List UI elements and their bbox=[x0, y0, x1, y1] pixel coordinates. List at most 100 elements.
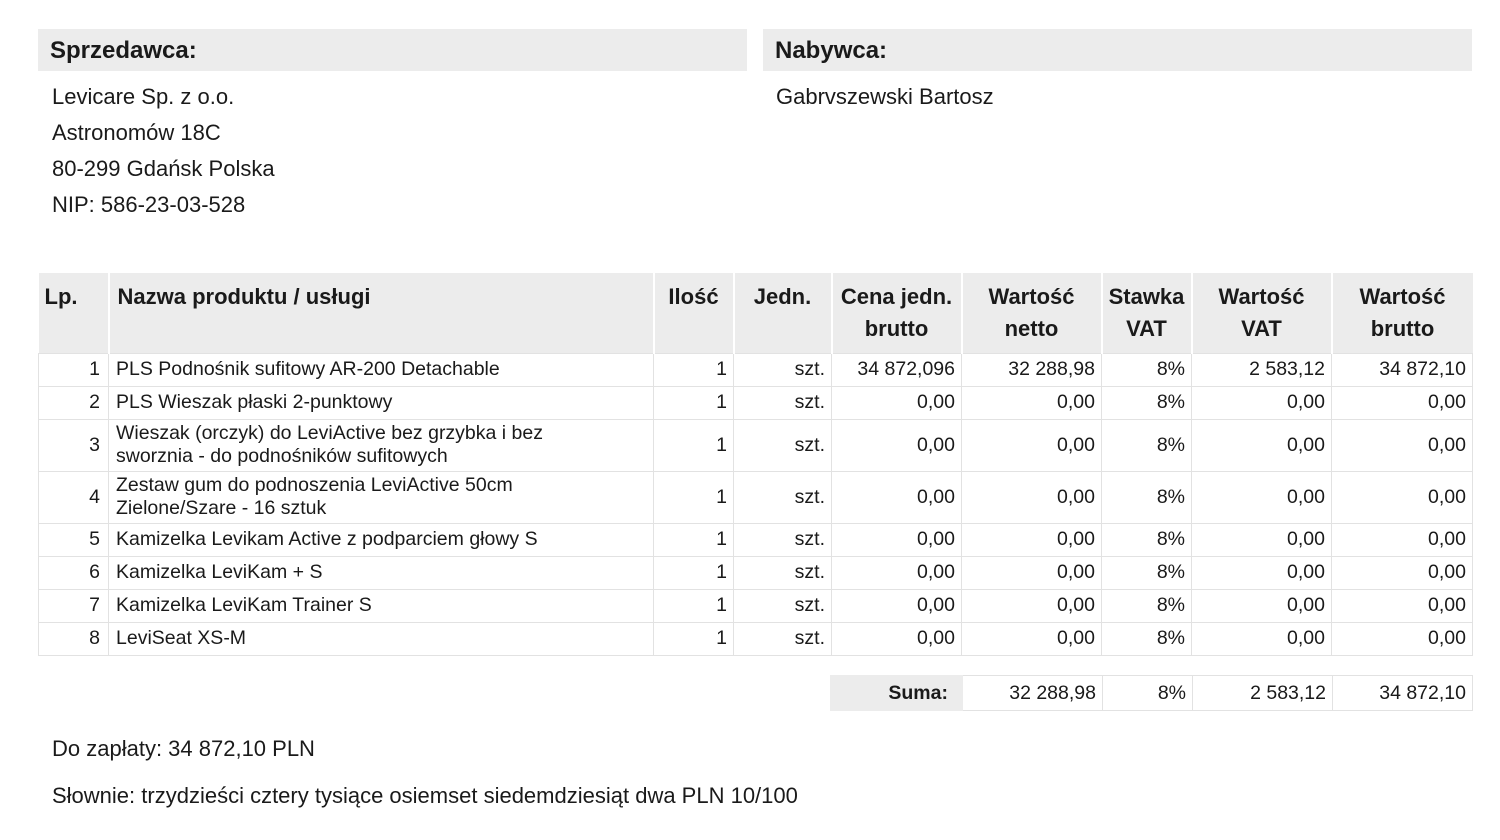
row-product-name: LeviSeat XS-M bbox=[108, 621, 654, 656]
product-name-line: Zielone/Szare - 16 sztuk bbox=[116, 497, 327, 519]
row-product-name: Wieszak (orczyk) do LeviActive bez grzyb… bbox=[108, 418, 654, 472]
row-gross-value: 0,00 bbox=[1331, 522, 1473, 557]
seller-details: Levicare Sp. z o.o. Astronomów 18C 80-29… bbox=[52, 79, 275, 223]
row-vat-value: 0,00 bbox=[1191, 588, 1332, 623]
row-qty: 1 bbox=[653, 621, 734, 656]
row-unit: szt. bbox=[733, 470, 832, 524]
row-gross-value: 34 872,10 bbox=[1331, 352, 1473, 387]
table-header-row: Lp. Nazwa produktu / usługi Ilość Jedn. … bbox=[38, 273, 1473, 353]
header-lp: Lp. bbox=[38, 273, 109, 353]
table-row: 8 LeviSeat XS-M 1 szt. 0,00 0,00 8% 0,00 0,00 bbox=[38, 621, 1473, 656]
row-lp: 2 bbox=[38, 385, 109, 420]
row-gross-value: 0,00 bbox=[1331, 418, 1473, 472]
totals-vat-rate: 8% bbox=[1102, 675, 1193, 711]
row-unit: szt. bbox=[733, 588, 832, 623]
row-lp: 7 bbox=[38, 588, 109, 623]
row-product-name: Kamizelka Levikam Active z podparciem gł… bbox=[108, 522, 654, 557]
row-vat-rate: 8% bbox=[1101, 588, 1192, 623]
row-vat-value: 2 583,12 bbox=[1191, 352, 1332, 387]
row-gross-value: 0,00 bbox=[1331, 385, 1473, 420]
totals-gross: 34 872,10 bbox=[1332, 675, 1473, 711]
row-unit-price: 0,00 bbox=[831, 418, 962, 472]
row-gross-value: 0,00 bbox=[1331, 470, 1473, 524]
row-unit: szt. bbox=[733, 522, 832, 557]
row-unit-price: 0,00 bbox=[831, 621, 962, 656]
row-unit: szt. bbox=[733, 555, 832, 590]
seller-nip: NIP: 586-23-03-528 bbox=[52, 192, 246, 217]
table-row: 3 Wieszak (orczyk) do LeviActive bez grzy… bbox=[38, 418, 1473, 472]
table-row: 5 Kamizelka Levikam Active z podparciem g… bbox=[38, 522, 1473, 557]
table-body: 1 PLS Podnośnik sufitowy AR-200 Detachabl… bbox=[38, 352, 1473, 656]
row-qty: 1 bbox=[653, 352, 734, 387]
row-gross-value: 0,00 bbox=[1331, 588, 1473, 623]
row-lp: 8 bbox=[38, 621, 109, 656]
header-unit: Jedn. bbox=[732, 273, 832, 353]
amount-in-words: Słownie: trzydzieści cztery tysiące osie… bbox=[52, 783, 798, 808]
row-vat-rate: 8% bbox=[1101, 555, 1192, 590]
row-qty: 1 bbox=[653, 385, 734, 420]
row-lp: 4 bbox=[38, 470, 109, 524]
row-lp: 5 bbox=[38, 522, 109, 557]
row-vat-rate: 8% bbox=[1101, 352, 1192, 387]
totals-label: Suma: bbox=[830, 675, 963, 711]
header-vat-value: Wartość VAT bbox=[1190, 273, 1332, 353]
table-row: 4 Zestaw gum do podnoszenia LeviActive 50… bbox=[38, 470, 1473, 524]
row-product-name: PLS Wieszak płaski 2-punktowy bbox=[108, 385, 654, 420]
row-vat-value: 0,00 bbox=[1191, 555, 1332, 590]
totals-table: Suma: 32 288,98 8% 2 583,12 34 872,10 bbox=[830, 675, 1473, 711]
row-net-value: 0,00 bbox=[961, 588, 1102, 623]
product-name-line: Kamizelka Levikam Active z podparciem gł… bbox=[116, 528, 538, 550]
row-unit: szt. bbox=[733, 352, 832, 387]
seller-city: 80-299 Gdańsk Polska bbox=[52, 156, 275, 181]
product-name-line: PLS Podnośnik sufitowy AR-200 Detachable bbox=[116, 358, 500, 380]
row-qty: 1 bbox=[653, 470, 734, 524]
row-net-value: 32 288,98 bbox=[961, 352, 1102, 387]
seller-street: Astronomów 18C bbox=[52, 120, 221, 145]
row-net-value: 0,00 bbox=[961, 555, 1102, 590]
row-lp: 1 bbox=[38, 352, 109, 387]
row-vat-value: 0,00 bbox=[1191, 385, 1332, 420]
row-gross-value: 0,00 bbox=[1331, 555, 1473, 590]
row-net-value: 0,00 bbox=[961, 470, 1102, 524]
totals-row: Suma: 32 288,98 8% 2 583,12 34 872,10 bbox=[830, 675, 1473, 711]
row-product-name: Zestaw gum do podnoszenia LeviActive 50c… bbox=[108, 470, 654, 524]
totals-vat: 2 583,12 bbox=[1192, 675, 1333, 711]
row-vat-rate: 8% bbox=[1101, 621, 1192, 656]
row-unit-price: 0,00 bbox=[831, 385, 962, 420]
row-qty: 1 bbox=[653, 418, 734, 472]
row-qty: 1 bbox=[653, 522, 734, 557]
buyer-name: Gabrvszewski Bartosz bbox=[776, 84, 994, 109]
amount-due: Do zapłaty: 34 872,10 PLN bbox=[52, 736, 315, 761]
product-name-line: sworznia - do podnośników sufitowych bbox=[116, 445, 448, 467]
row-net-value: 0,00 bbox=[961, 621, 1102, 656]
row-net-value: 0,00 bbox=[961, 385, 1102, 420]
seller-name: Levicare Sp. z o.o. bbox=[52, 84, 235, 109]
totals-net: 32 288,98 bbox=[962, 675, 1103, 711]
table-row: 1 PLS Podnośnik sufitowy AR-200 Detachabl… bbox=[38, 352, 1473, 387]
row-net-value: 0,00 bbox=[961, 522, 1102, 557]
row-qty: 1 bbox=[653, 588, 734, 623]
row-lp: 3 bbox=[38, 418, 109, 472]
row-vat-value: 0,00 bbox=[1191, 522, 1332, 557]
row-lp: 6 bbox=[38, 555, 109, 590]
header-vat-rate: Stawka VAT bbox=[1100, 273, 1192, 353]
product-name-line: Kamizelka LeviKam + S bbox=[116, 561, 323, 583]
row-qty: 1 bbox=[653, 555, 734, 590]
seller-heading: Sprzedawca: bbox=[38, 29, 747, 71]
row-unit: szt. bbox=[733, 385, 832, 420]
product-name-line: Wieszak (orczyk) do LeviActive bez grzyb… bbox=[116, 422, 543, 444]
product-name-line: Zestaw gum do podnoszenia LeviActive 50c… bbox=[116, 474, 513, 496]
buyer-details: Gabrvszewski Bartosz bbox=[776, 79, 994, 115]
table-row: 2 PLS Wieszak płaski 2-punktowy 1 szt. 0,00 0… bbox=[38, 385, 1473, 420]
row-gross-value: 0,00 bbox=[1331, 621, 1473, 656]
product-name-line: Kamizelka LeviKam Trainer S bbox=[116, 594, 372, 616]
header-gross-value: Wartość brutto bbox=[1330, 273, 1473, 353]
row-vat-rate: 8% bbox=[1101, 418, 1192, 472]
row-unit-price: 0,00 bbox=[831, 470, 962, 524]
header-net-value: Wartość netto bbox=[960, 273, 1102, 353]
product-name-line: PLS Wieszak płaski 2-punktowy bbox=[116, 391, 393, 413]
row-vat-value: 0,00 bbox=[1191, 470, 1332, 524]
row-vat-rate: 8% bbox=[1101, 470, 1192, 524]
row-unit-price: 0,00 bbox=[831, 588, 962, 623]
header-unit-price: Cena jedn. brutto bbox=[830, 273, 962, 353]
